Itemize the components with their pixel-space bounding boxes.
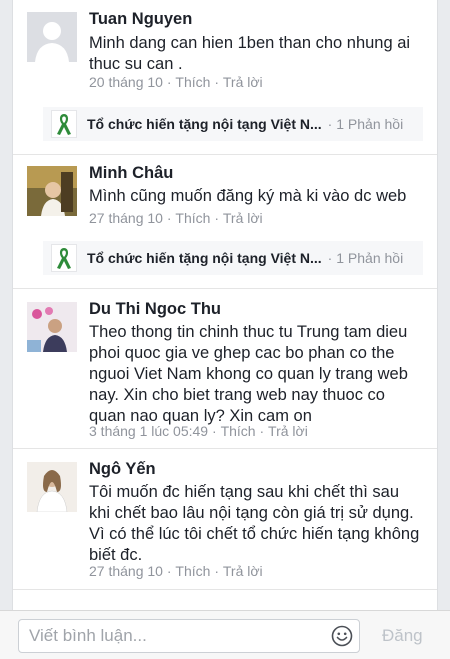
comment-text: Minh dang can hien 1ben than cho nhung a… <box>89 34 411 73</box>
commenter-name[interactable]: Ngô Yến <box>89 460 156 479</box>
emoji-icon[interactable] <box>331 625 353 647</box>
post-button[interactable]: Đăng <box>382 626 423 646</box>
divider <box>13 448 437 449</box>
like-link[interactable]: Thích <box>221 423 256 439</box>
comment-meta: 3 tháng 1 lúc 05:49 · Thích · Trả lời <box>89 423 308 439</box>
reply-link[interactable]: Trả lời <box>223 563 263 579</box>
comment-composer: Đăng <box>0 610 450 659</box>
commenter-name[interactable]: Minh Châu <box>89 164 173 183</box>
reply-count: · 1 Phản hồi <box>327 250 404 266</box>
comment-text: Theo thong tin chinh thuc tu Trung tam d… <box>89 323 408 425</box>
reply-link[interactable]: Trả lời <box>268 423 308 439</box>
ribbon-icon <box>51 110 77 138</box>
comment-feed: Tuan Nguyen Minh dang can hien 1ben than… <box>12 0 438 610</box>
comment-input-box[interactable] <box>18 619 360 653</box>
ribbon-icon <box>51 244 77 272</box>
avatar[interactable] <box>27 462 77 512</box>
divider <box>13 288 437 289</box>
reply-count-label: 1 Phản hồi <box>336 116 404 132</box>
comment-meta: 27 tháng 10 · Thích · Trả lời <box>89 563 263 579</box>
avatar[interactable] <box>27 166 77 216</box>
avatar[interactable] <box>27 302 77 352</box>
replies-summary[interactable]: Tổ chức hiến tặng nội tạng Việt N... · 1… <box>43 107 423 141</box>
comment-text: Mình cũng muốn đăng ký mà ki vào dc web <box>89 187 407 205</box>
comment-text: Tôi muốn đc hiến tạng sau khi chết thì s… <box>89 483 420 564</box>
comment-meta: 27 tháng 10 · Thích · Trả lời <box>89 210 263 226</box>
comment-meta: 20 tháng 10 · Thích · Trả lời <box>89 74 263 90</box>
divider <box>13 154 437 155</box>
like-link[interactable]: Thích <box>175 210 210 226</box>
comment-time[interactable]: 27 tháng 10 <box>89 563 163 579</box>
commenter-name[interactable]: Tuan Nguyen <box>89 10 192 29</box>
comment-time[interactable]: 27 tháng 10 <box>89 210 163 226</box>
reply-link[interactable]: Trả lời <box>223 210 263 226</box>
reply-author: Tổ chức hiến tặng nội tạng Việt N... <box>87 116 322 132</box>
comment-time[interactable]: 20 tháng 10 <box>89 74 163 90</box>
replies-summary[interactable]: Tổ chức hiến tặng nội tạng Việt N... · 1… <box>43 241 423 275</box>
avatar-placeholder[interactable] <box>27 12 77 62</box>
comment-time[interactable]: 3 tháng 1 lúc 05:49 <box>89 423 208 439</box>
like-link[interactable]: Thích <box>175 74 210 90</box>
reply-author: Tổ chức hiến tặng nội tạng Việt N... <box>87 250 322 266</box>
divider <box>13 589 437 590</box>
reply-count: · 1 Phản hồi <box>327 116 404 132</box>
like-link[interactable]: Thích <box>175 563 210 579</box>
reply-count-label: 1 Phản hồi <box>336 250 404 266</box>
reply-link[interactable]: Trả lời <box>223 74 263 90</box>
commenter-name[interactable]: Du Thi Ngoc Thu <box>89 300 221 319</box>
comment-input[interactable] <box>19 620 309 652</box>
